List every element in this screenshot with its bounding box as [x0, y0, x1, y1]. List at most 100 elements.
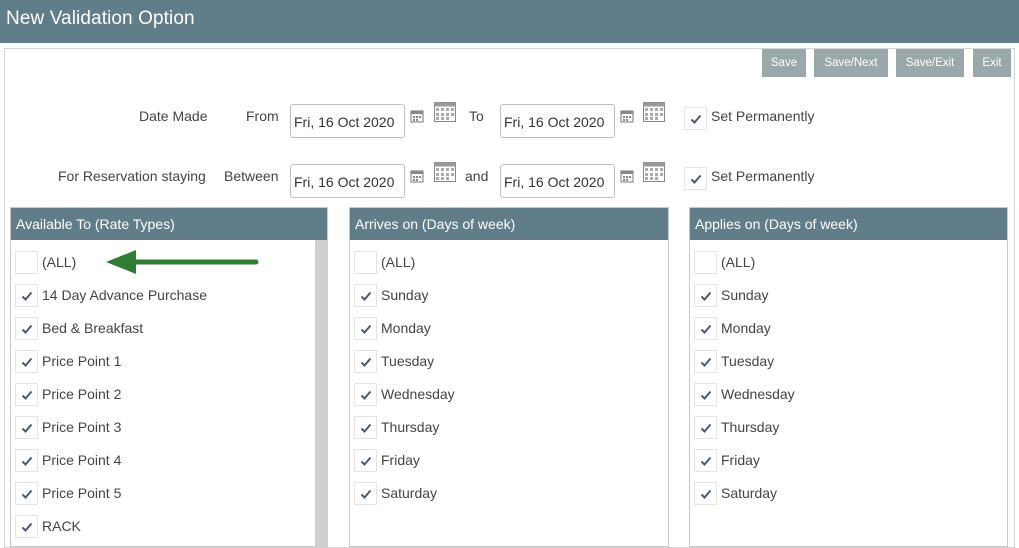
- checkmark-icon: [360, 489, 371, 499]
- set-permanently-date-made-checkbox[interactable]: [684, 107, 707, 130]
- list-item-label: Monday: [381, 320, 431, 336]
- list-item-label: Tuesday: [381, 353, 435, 369]
- list-item-label: (ALL): [42, 254, 77, 270]
- set-permanently-label: Set Permanently: [711, 108, 815, 124]
- checkmark-icon: [690, 174, 701, 184]
- arrives-checkbox[interactable]: [354, 317, 377, 340]
- checkmark-icon: [690, 114, 701, 124]
- arrives-checkbox[interactable]: [354, 383, 377, 406]
- rate_types-checkbox[interactable]: [15, 251, 38, 274]
- list-item-label: Friday: [381, 452, 420, 468]
- date-made-from-input[interactable]: Fri, 16 Oct 2020: [290, 104, 405, 138]
- checkmark-icon: [700, 357, 711, 367]
- arrives-checkbox[interactable]: [354, 251, 377, 274]
- applies-checkbox[interactable]: [694, 284, 717, 307]
- set-permanently-staying-checkbox[interactable]: [684, 167, 707, 190]
- list-item-label: Saturday: [381, 485, 438, 501]
- applies-checkbox[interactable]: [694, 251, 717, 274]
- to-label: To: [469, 108, 484, 124]
- from-label: From: [246, 108, 279, 124]
- applies-checkbox[interactable]: [694, 350, 717, 373]
- checkmark-icon: [360, 357, 371, 367]
- arrives-panel: Arrives on (Days of week) (ALL) Sunday Mon…: [349, 207, 669, 547]
- checkmark-icon: [700, 324, 711, 334]
- calendar-small-icon[interactable]: [410, 109, 424, 123]
- rate_types-checkbox[interactable]: [15, 383, 38, 406]
- rate-types-header: Available To (Rate Types): [11, 208, 327, 240]
- list-item-label: Price Point 4: [42, 452, 122, 468]
- rate_types-checkbox[interactable]: [15, 350, 38, 373]
- arrives-checkbox[interactable]: [354, 482, 377, 505]
- list-item-label: Saturday: [721, 485, 778, 501]
- rate_types-checkbox[interactable]: [15, 449, 38, 472]
- list-item-label: 14 Day Advance Purchase: [42, 287, 207, 303]
- arrives-checkbox[interactable]: [354, 449, 377, 472]
- rate_types-checkbox[interactable]: [15, 482, 38, 505]
- staying-between-input[interactable]: Fri, 16 Oct 2020: [290, 164, 405, 198]
- rate_types-checkbox[interactable]: [15, 416, 38, 439]
- arrives-checkbox[interactable]: [354, 416, 377, 439]
- checkmark-icon: [21, 489, 32, 499]
- staying-and-input[interactable]: Fri, 16 Oct 2020: [500, 164, 615, 198]
- checkmark-icon: [360, 390, 371, 400]
- staying-label: For Reservation staying: [58, 168, 206, 184]
- list-item-label: Thursday: [721, 419, 780, 435]
- rate_types-checkbox[interactable]: [15, 284, 38, 307]
- checkmark-icon: [700, 456, 711, 466]
- list-item-label: Sunday: [381, 287, 429, 303]
- save-exit-button[interactable]: Save/Exit: [896, 49, 964, 77]
- applies-panel: Applies on (Days of week) (ALL) Sunday Mon…: [689, 207, 1008, 547]
- list-item-label: Price Point 3: [42, 419, 122, 435]
- checkmark-icon: [21, 390, 32, 400]
- applies-checkbox[interactable]: [694, 416, 717, 439]
- list-item-label: (ALL): [721, 254, 756, 270]
- list-item-label: Tuesday: [721, 353, 775, 369]
- checkmark-icon: [700, 390, 711, 400]
- calendar-icon[interactable]: [434, 102, 456, 122]
- calendar-icon[interactable]: [643, 102, 665, 122]
- list-item-label: Bed & Breakfast: [42, 320, 144, 336]
- list-item-label: Friday: [721, 452, 760, 468]
- arrives-header: Arrives on (Days of week): [350, 208, 668, 240]
- applies-checkbox[interactable]: [694, 383, 717, 406]
- arrives-checkbox[interactable]: [354, 350, 377, 373]
- calendar-small-icon[interactable]: [410, 169, 424, 183]
- list-item-label: Price Point 1: [42, 353, 122, 369]
- checkmark-icon: [360, 324, 371, 334]
- calendar-icon[interactable]: [643, 162, 665, 182]
- list-item-label: Wednesday: [721, 386, 795, 402]
- applies-checkbox[interactable]: [694, 482, 717, 505]
- applies-checkbox[interactable]: [694, 449, 717, 472]
- date-made-to-input[interactable]: Fri, 16 Oct 2020: [500, 104, 615, 138]
- applies-header: Applies on (Days of week): [690, 208, 1007, 240]
- save-next-button[interactable]: Save/Next: [814, 49, 888, 77]
- checkmark-icon: [360, 423, 371, 433]
- window-title: New Validation Option: [6, 8, 195, 29]
- applies-checkbox[interactable]: [694, 317, 717, 340]
- checkmark-icon: [700, 489, 711, 499]
- date-made-label: Date Made: [139, 108, 208, 124]
- calendar-small-icon[interactable]: [620, 169, 634, 183]
- checkmark-icon: [21, 324, 32, 334]
- checkmark-icon: [360, 456, 371, 466]
- rate_types-checkbox[interactable]: [15, 515, 38, 538]
- rate_types-checkbox[interactable]: [15, 317, 38, 340]
- calendar-icon[interactable]: [434, 162, 456, 182]
- arrives-checkbox[interactable]: [354, 284, 377, 307]
- calendar-small-icon[interactable]: [620, 109, 634, 123]
- list-item-label: Monday: [721, 320, 771, 336]
- title-bar: New Validation Option: [0, 0, 1019, 43]
- rate-types-scrollbar[interactable]: [315, 240, 328, 548]
- and-label: and: [465, 168, 489, 184]
- checkmark-icon: [21, 357, 32, 367]
- save-button[interactable]: Save: [762, 49, 806, 77]
- checkmark-icon: [700, 423, 711, 433]
- set-permanently-label: Set Permanently: [711, 168, 815, 184]
- checkmark-icon: [21, 291, 32, 301]
- checkmark-icon: [360, 291, 371, 301]
- list-item-label: Price Point 2: [42, 386, 122, 402]
- exit-button[interactable]: Exit: [973, 49, 1011, 77]
- between-label: Between: [224, 168, 279, 184]
- list-item-label: Price Point 5: [42, 485, 122, 501]
- arrow-left-icon: [106, 250, 259, 274]
